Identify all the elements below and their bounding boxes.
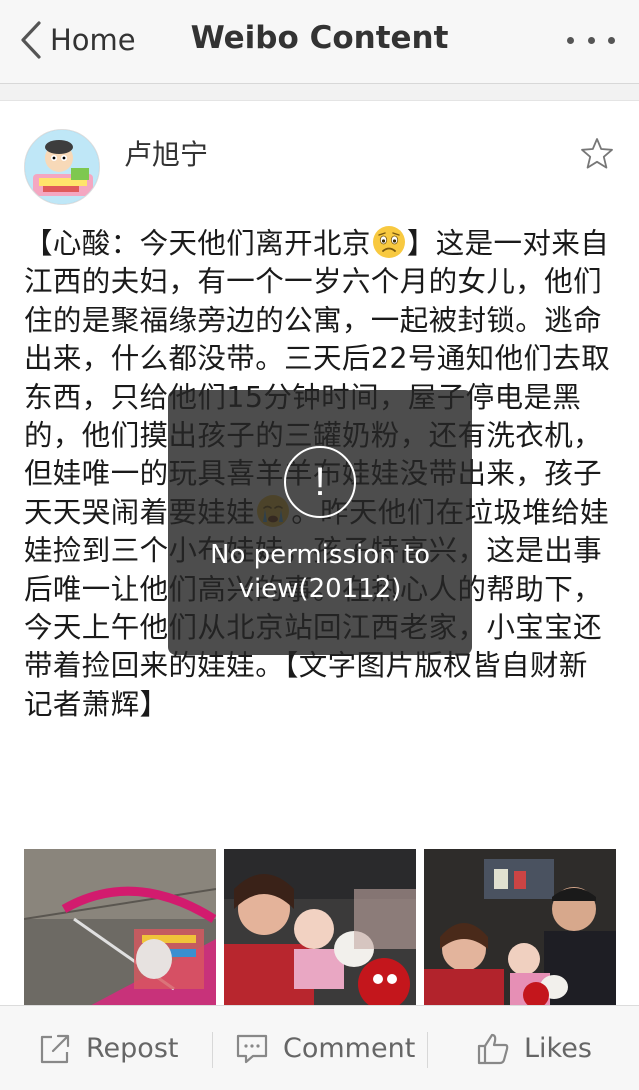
avatar[interactable] <box>24 129 100 205</box>
comment-icon <box>236 1034 268 1063</box>
repost-button[interactable]: Repost <box>38 1006 178 1090</box>
photo-thumbnail[interactable] <box>224 849 416 1005</box>
photo-thumbnail[interactable] <box>424 849 616 1005</box>
thumbs-up-icon <box>477 1033 509 1064</box>
page-title: Weibo Content <box>190 20 449 56</box>
comment-button[interactable]: Comment <box>235 1006 415 1090</box>
action-bar: Repost Comment Likes <box>0 1005 639 1090</box>
photo-grid <box>24 849 616 1005</box>
repost-label: Repost <box>86 1033 179 1064</box>
likes-label: Likes <box>524 1033 592 1064</box>
toast-message: No permission to view(20112) <box>210 540 430 604</box>
author-name[interactable]: 卢旭宁 <box>124 133 208 173</box>
divider <box>427 1032 428 1068</box>
error-toast: ! No permission to view(20112) <box>168 390 472 655</box>
more-dots-icon[interactable] <box>567 28 615 52</box>
like-button[interactable]: Likes <box>476 1006 592 1090</box>
star-outline-icon[interactable] <box>580 137 614 171</box>
post-text-part: 【心酸：今天他们离开北京 <box>24 227 371 260</box>
divider <box>212 1032 213 1068</box>
repost-icon <box>40 1034 70 1063</box>
exclamation-glyph: ! <box>314 460 326 504</box>
comment-label: Comment <box>283 1033 416 1064</box>
exclamation-circle-icon: ! <box>284 446 356 518</box>
navigation-bar: Home Weibo Content <box>0 0 639 84</box>
sad-face-emoji-icon <box>372 226 405 258</box>
cartoon-avatar-icon <box>25 130 99 204</box>
family-photo <box>424 849 616 1005</box>
photo-thumbnail[interactable] <box>24 849 216 1005</box>
stroller-photo <box>24 849 216 1005</box>
family-photo <box>224 849 416 1005</box>
